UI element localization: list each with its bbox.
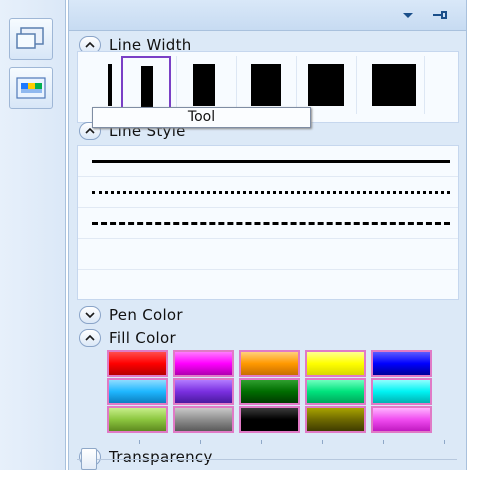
fill-color-swatch[interactable]: [239, 350, 300, 377]
fill-color-swatch[interactable]: [371, 406, 432, 433]
fill-color-swatch[interactable]: [239, 378, 300, 405]
fill-color-swatch[interactable]: [173, 350, 234, 377]
expand-chevron-icon[interactable]: [79, 306, 101, 324]
slider-tick: [200, 440, 201, 444]
line-style-dash-dot[interactable]: [78, 270, 458, 300]
section-label: Pen Color: [109, 306, 183, 324]
tooltip: Tool: [92, 107, 311, 128]
slider-tick: [322, 440, 323, 444]
line-width-option-3[interactable]: [181, 56, 231, 114]
slider-tick: [383, 440, 384, 444]
palette-tool-button[interactable]: [9, 67, 53, 109]
fill-color-swatch[interactable]: [107, 350, 168, 377]
fill-color-swatch[interactable]: [305, 406, 366, 433]
line-style-dotted[interactable]: [78, 177, 458, 208]
fill-color-swatch[interactable]: [173, 378, 234, 405]
pen-color-header[interactable]: Pen Color: [79, 304, 183, 326]
line-style-dashed[interactable]: [78, 208, 458, 239]
properties-panel: Line Width Line Style Pen Color Fill Col…: [68, 0, 467, 470]
fill-color-swatch[interactable]: [371, 350, 432, 377]
collapse-chevron-icon[interactable]: [79, 329, 101, 347]
line-width-option-6[interactable]: [368, 56, 418, 114]
line-width-option-2[interactable]: [121, 56, 171, 114]
slider-tick: [139, 440, 140, 444]
line-style-solid[interactable]: [78, 146, 458, 177]
fill-color-swatches: [107, 350, 437, 434]
fill-color-swatch[interactable]: [239, 406, 300, 433]
panel-header: [69, 0, 466, 31]
transparency-slider-thumb[interactable]: [81, 448, 97, 470]
bottom-space: [0, 470, 482, 492]
transparency-slider-track[interactable]: [77, 459, 457, 466]
line-style-gallery: [77, 145, 459, 300]
fill-color-header[interactable]: Fill Color: [79, 327, 176, 349]
pin-icon[interactable]: [430, 6, 448, 24]
fill-color-swatch[interactable]: [371, 378, 432, 405]
line-width-option-4[interactable]: [241, 56, 291, 114]
dropdown-icon[interactable]: [399, 6, 417, 24]
fill-color-swatch[interactable]: [173, 406, 234, 433]
line-width-option-5[interactable]: [301, 56, 351, 114]
slider-tick: [444, 440, 445, 444]
fill-color-swatch[interactable]: [305, 378, 366, 405]
left-toolbar: [0, 0, 66, 470]
section-label: Fill Color: [109, 329, 176, 347]
fill-color-swatch[interactable]: [107, 406, 168, 433]
slider-tick: [261, 440, 262, 444]
line-style-long-dash[interactable]: [78, 239, 458, 270]
fill-color-swatch[interactable]: [107, 378, 168, 405]
shape-tool-button[interactable]: [9, 18, 53, 60]
fill-color-swatch[interactable]: [305, 350, 366, 377]
